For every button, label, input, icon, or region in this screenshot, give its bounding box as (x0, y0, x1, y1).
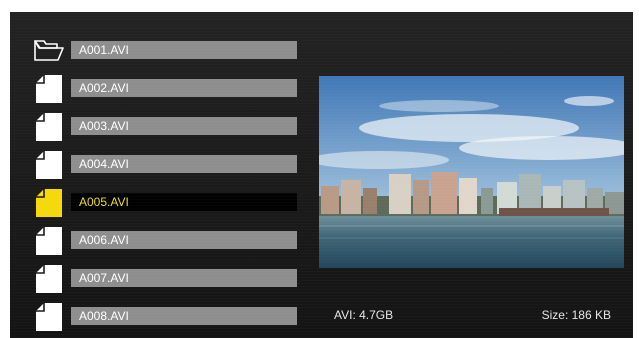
file-name: A004.AVI (71, 155, 297, 173)
file-list: A001.AVI A002.AVI A003.AVI A004.AVI A005… (10, 12, 310, 338)
file-name: A008.AVI (71, 307, 297, 325)
file-size-label: Size: 186 KB (541, 308, 611, 322)
file-icon (34, 149, 64, 179)
file-name: A003.AVI (71, 117, 297, 135)
file-name: A007.AVI (71, 269, 297, 287)
media-browser-screen: A001.AVI A002.AVI A003.AVI A004.AVI A005… (10, 12, 633, 338)
list-item[interactable]: A008.AVI (10, 298, 310, 332)
list-item[interactable]: A003.AVI (10, 108, 310, 142)
file-name: A005.AVI (71, 193, 297, 211)
list-item[interactable]: A001.AVI (10, 32, 310, 66)
file-name: A006.AVI (71, 231, 297, 249)
file-name: A002.AVI (71, 79, 297, 97)
list-item[interactable]: A006.AVI (10, 222, 310, 256)
list-item[interactable]: A007.AVI (10, 260, 310, 294)
file-icon (34, 301, 64, 331)
file-icon (34, 225, 64, 255)
format-size-label: AVI: 4.7GB (334, 308, 394, 322)
preview-image (319, 76, 624, 268)
file-icon (34, 111, 64, 141)
list-item[interactable]: A004.AVI (10, 146, 310, 180)
file-icon (34, 73, 64, 103)
list-item[interactable]: A002.AVI (10, 70, 310, 104)
file-name: A001.AVI (71, 41, 297, 59)
folder-icon (34, 35, 64, 65)
list-item-selected[interactable]: A005.AVI (10, 184, 310, 218)
file-icon (34, 187, 64, 217)
file-icon (34, 263, 64, 293)
